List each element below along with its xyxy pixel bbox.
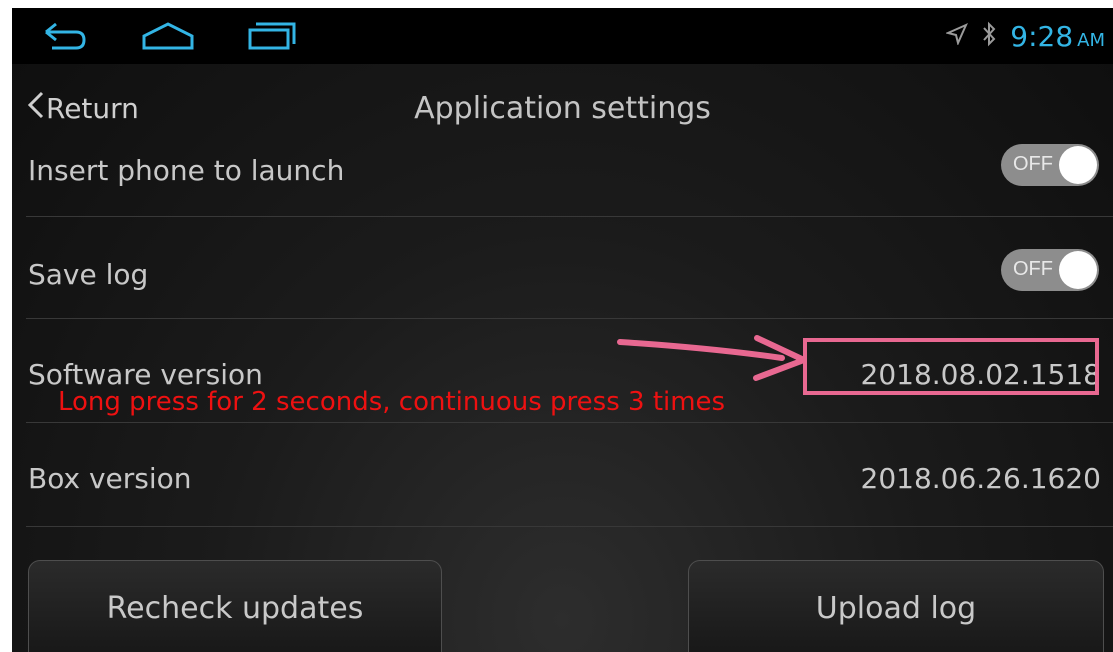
version-highlight-box xyxy=(803,338,1099,395)
annotation-text: Long press for 2 seconds, continuous pre… xyxy=(58,387,726,417)
screen: 9:28 AM Return Application settings Inser… xyxy=(12,8,1113,652)
annotation-arrow xyxy=(617,335,807,381)
